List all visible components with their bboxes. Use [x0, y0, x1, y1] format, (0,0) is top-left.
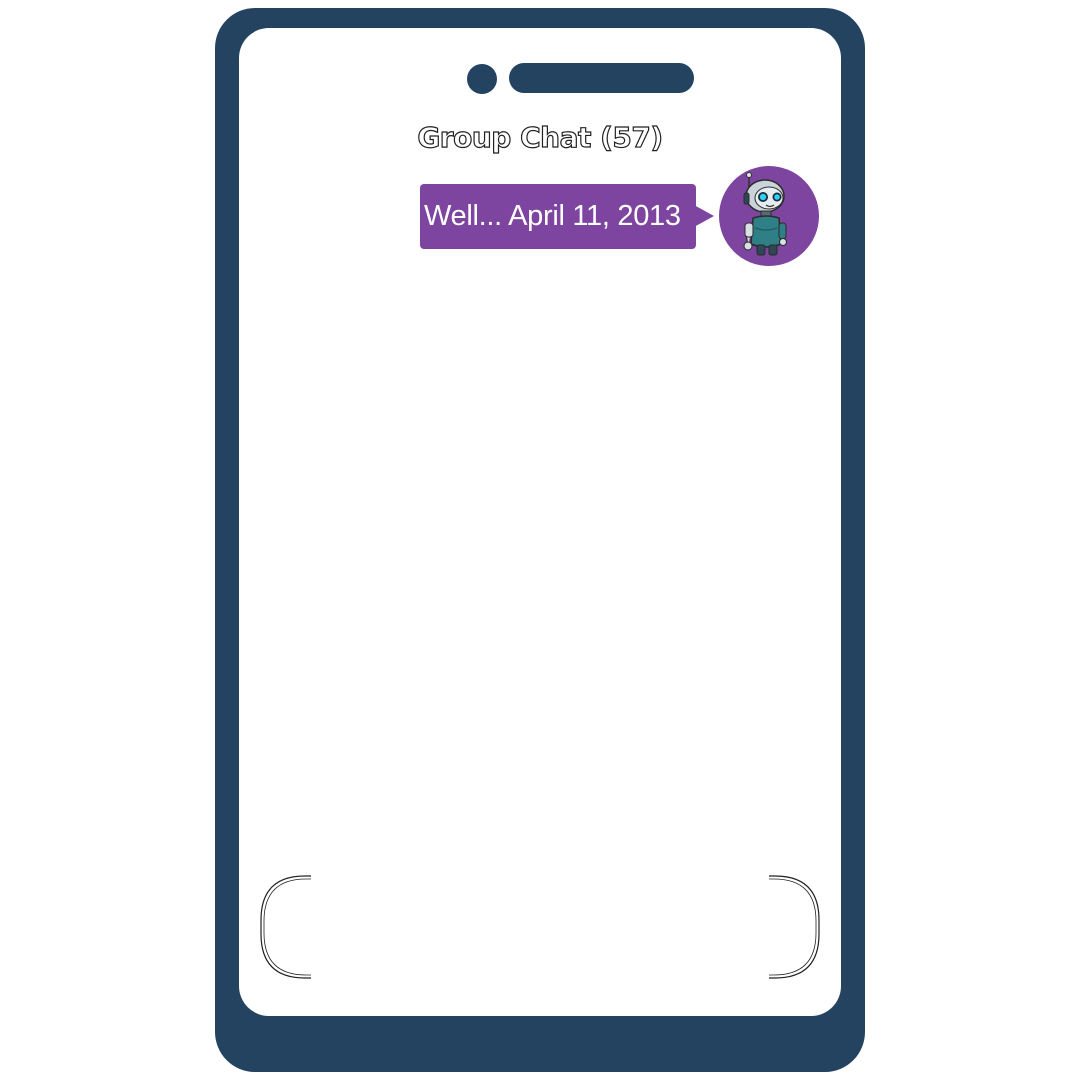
robot-avatar-icon[interactable] [719, 166, 819, 266]
chat-screen: Group Chat (57) Well... April 11, 2013 [239, 28, 841, 1016]
earpiece-speaker-icon [509, 63, 694, 93]
front-camera-icon [467, 64, 497, 94]
message-input-area[interactable] [259, 874, 821, 980]
message-bubble[interactable]: Well... April 11, 2013 [420, 184, 696, 249]
phone-frame: Group Chat (57) Well... April 11, 2013 [215, 8, 865, 1072]
input-frame-right-bracket [769, 875, 820, 979]
input-frame-left-bracket [260, 875, 311, 979]
page-title: Group Chat (57) [417, 120, 664, 154]
bubble-tail [694, 205, 714, 227]
message-text: Well... April 11, 2013 [424, 200, 681, 232]
robot-icon [743, 172, 787, 256]
